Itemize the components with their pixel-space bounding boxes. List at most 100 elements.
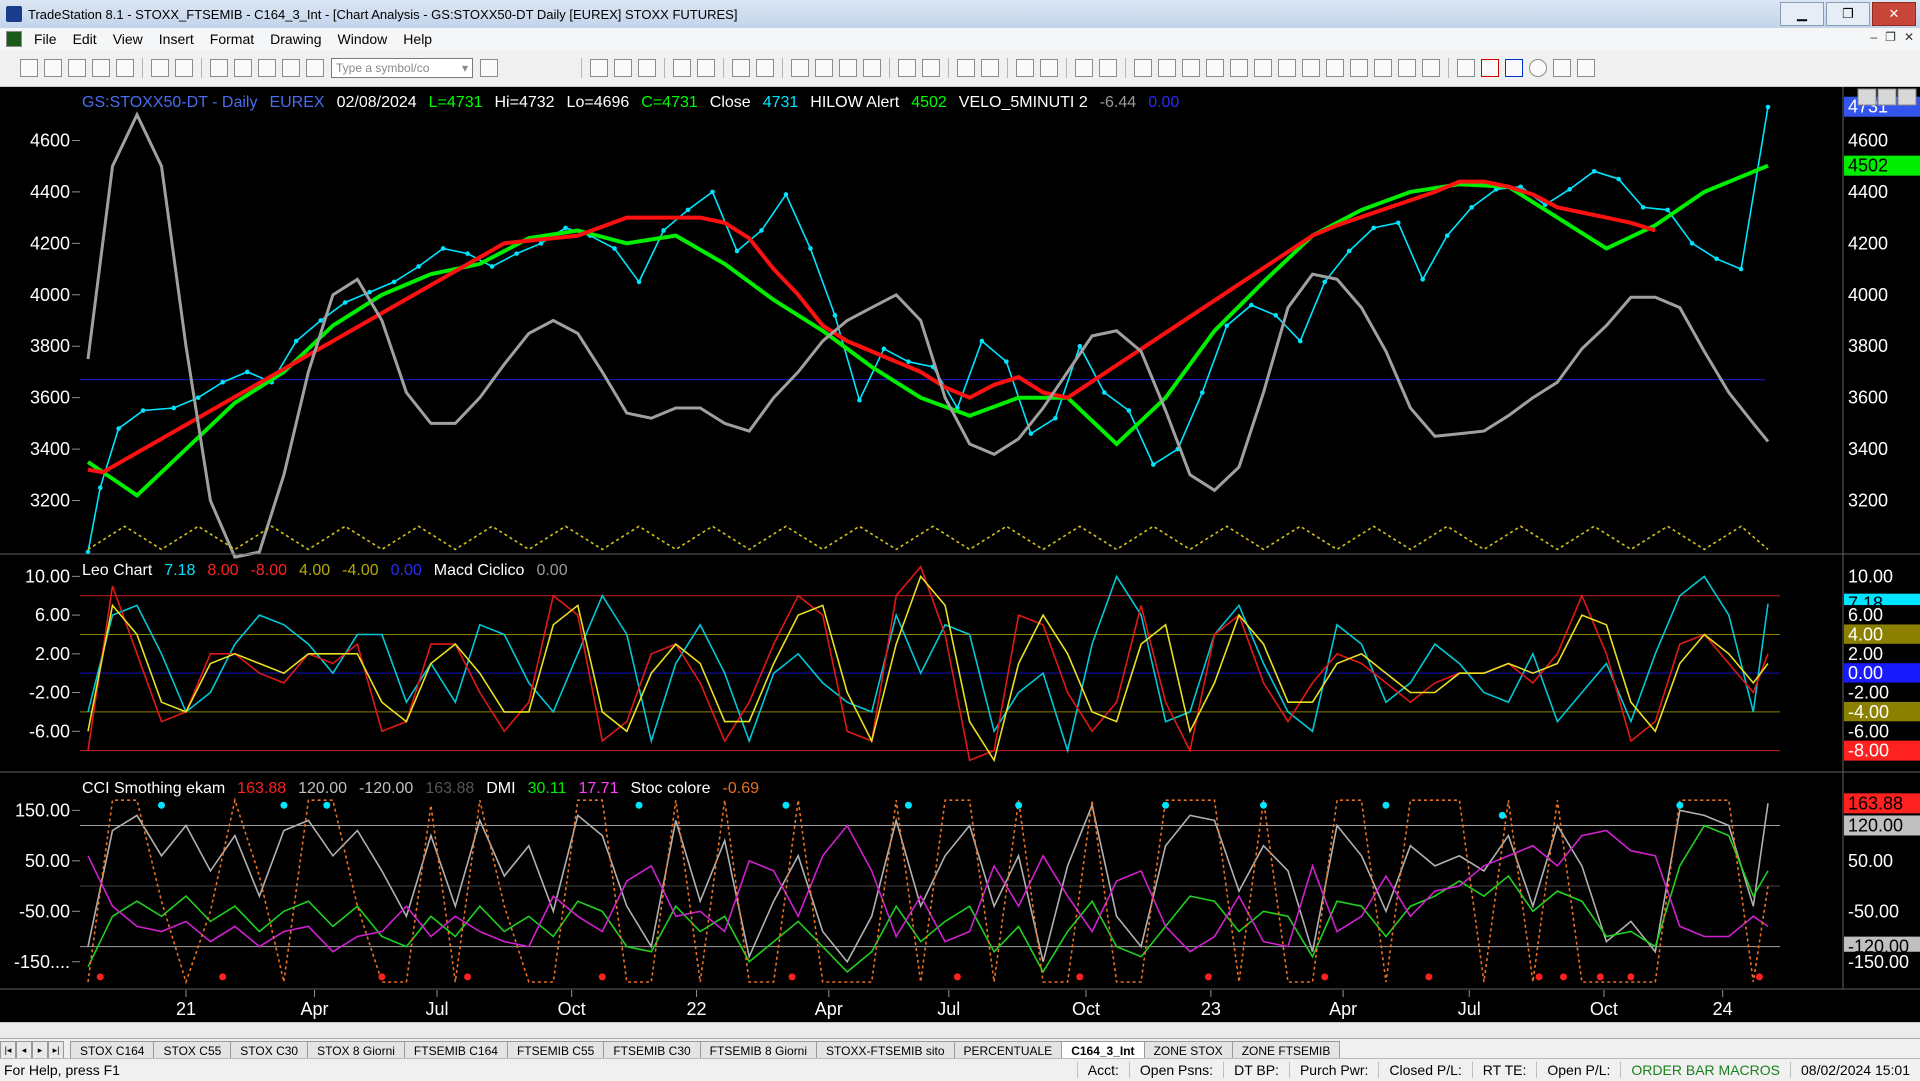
arc-icon[interactable]	[1398, 59, 1416, 77]
trendline-icon[interactable]	[1134, 59, 1152, 77]
strategy-icon[interactable]	[282, 59, 300, 77]
refresh-icon[interactable]	[756, 59, 774, 77]
mdi-close-button[interactable]: ✕	[1904, 30, 1914, 44]
tab-zone-ftsemib[interactable]: ZONE FTSEMIB	[1231, 1041, 1341, 1059]
tab-last-button[interactable]: ▸|	[48, 1041, 64, 1059]
menu-view[interactable]: View	[105, 31, 151, 47]
tab-percentuale[interactable]: PERCENTUALE	[953, 1041, 1063, 1059]
matrix-icon[interactable]	[815, 59, 833, 77]
pointer-icon[interactable]	[1016, 59, 1034, 77]
signal-dot-0	[157, 801, 165, 809]
properties-icon[interactable]	[1099, 59, 1117, 77]
tab-ftsemib-c30[interactable]: FTSEMIB C30	[603, 1041, 701, 1059]
ellipse-icon[interactable]	[1529, 59, 1547, 77]
curve-icon[interactable]	[1457, 59, 1475, 77]
link-icon[interactable]	[697, 59, 715, 77]
bar-chart-icon[interactable]	[590, 59, 608, 77]
symbol-dropdown-icon[interactable]: ▾	[462, 61, 468, 75]
symbol-input[interactable]: Type a symbol/co ▾	[331, 58, 473, 78]
chart-window-button-1[interactable]	[1877, 88, 1897, 106]
table-icon[interactable]	[638, 59, 656, 77]
scanner-icon[interactable]	[863, 59, 881, 77]
status-macros[interactable]: ORDER BAR MACROS	[1620, 1062, 1790, 1078]
list-icon[interactable]	[1182, 59, 1200, 77]
legend-item-1-2: 8.00	[207, 562, 238, 579]
chart-svg[interactable]: GS:STOXX50-DT - Daily EUREX 02/08/2024 L=47…	[0, 87, 1920, 1022]
signal-dot-19	[1076, 973, 1084, 981]
tools-icon[interactable]	[1075, 59, 1093, 77]
folder-icon[interactable]	[68, 59, 86, 77]
tab-ftsemib-c164[interactable]: FTSEMIB C164	[403, 1041, 508, 1059]
leo-panel-lines	[80, 565, 1780, 763]
fibonacci-icon[interactable]	[1206, 59, 1224, 77]
text-icon[interactable]	[1577, 59, 1595, 77]
copy-icon[interactable]	[732, 59, 750, 77]
tab-stox-c164[interactable]: STOX C164	[70, 1041, 155, 1059]
tab-stox-8-giorni[interactable]: STOX 8 Giorni	[307, 1041, 405, 1059]
pitchfork-icon[interactable]	[1374, 59, 1392, 77]
grid-icon[interactable]	[614, 59, 632, 77]
price-badge-label-1-7: -4.00	[1848, 702, 1889, 722]
fan-icon[interactable]	[1254, 59, 1272, 77]
angle-icon[interactable]	[1302, 59, 1320, 77]
vbars-icon[interactable]	[1278, 59, 1296, 77]
expand-icon[interactable]	[898, 59, 916, 77]
flag-icon[interactable]	[1040, 59, 1058, 77]
rectangle-icon[interactable]	[1553, 59, 1571, 77]
print-icon[interactable]	[175, 59, 193, 77]
new-icon[interactable]	[20, 59, 38, 77]
maximize-button[interactable]: ❐	[1826, 2, 1870, 26]
pen-icon[interactable]	[1422, 59, 1440, 77]
tab-next-button[interactable]: ▸	[32, 1041, 48, 1059]
close-point	[244, 369, 250, 375]
menu-file[interactable]: File	[26, 31, 65, 47]
print-preview-icon[interactable]	[151, 59, 169, 77]
tab-zone-stox[interactable]: ZONE STOX	[1143, 1041, 1233, 1059]
open-icon[interactable]	[44, 59, 62, 77]
zoom-out-icon[interactable]	[981, 59, 999, 77]
menu-edit[interactable]: Edit	[65, 31, 105, 47]
close-point	[808, 246, 813, 251]
indicator-icon[interactable]	[306, 59, 324, 77]
menu-drawing[interactable]: Drawing	[262, 31, 329, 47]
tab-stoxx-ftsemib-sito[interactable]: STOXX-FTSEMIB sito	[816, 1041, 955, 1059]
arrows-icon[interactable]	[1350, 59, 1368, 77]
tab-first-button[interactable]: |◂	[0, 1041, 16, 1059]
document-icon[interactable]	[6, 31, 22, 47]
channel-icon[interactable]	[1326, 59, 1344, 77]
hbars-icon[interactable]	[1158, 59, 1176, 77]
zoom-in-icon[interactable]	[957, 59, 975, 77]
close-point	[1640, 205, 1646, 210]
arrow-down-icon[interactable]	[1481, 59, 1499, 77]
search-icon[interactable]	[480, 59, 498, 77]
close-button[interactable]: ✕	[1872, 2, 1916, 26]
mdi-minimize-button[interactable]: –	[1870, 30, 1877, 44]
tab-c164-3-int[interactable]: C164_3_Int	[1061, 1041, 1145, 1059]
tab-stox-c30[interactable]: STOX C30	[230, 1041, 309, 1059]
minimize-button[interactable]: ▁	[1780, 2, 1824, 26]
chart-window-button-0[interactable]	[1857, 88, 1877, 106]
tab-ftsemib-c55[interactable]: FTSEMIB C55	[506, 1041, 605, 1059]
menu-window[interactable]: Window	[330, 31, 396, 47]
tab-ftsemib-8-giorni[interactable]: FTSEMIB 8 Giorni	[699, 1041, 818, 1059]
menu-format[interactable]: Format	[202, 31, 262, 47]
tab-prev-button[interactable]: ◂	[16, 1041, 32, 1059]
chart-analysis-icon[interactable]	[839, 59, 857, 77]
horizontal-scrollbar[interactable]	[0, 1022, 1920, 1039]
alert-icon[interactable]	[258, 59, 276, 77]
speedline-icon[interactable]	[1230, 59, 1248, 77]
window-icon[interactable]	[210, 59, 228, 77]
format-icon[interactable]	[234, 59, 252, 77]
compress-icon[interactable]	[922, 59, 940, 77]
workspace-icon[interactable]	[116, 59, 134, 77]
mdi-restore-button[interactable]: ❐	[1885, 30, 1896, 44]
chart-window-button-2[interactable]	[1897, 88, 1917, 106]
tab-stox-c55[interactable]: STOX C55	[153, 1041, 232, 1059]
radar-icon[interactable]	[791, 59, 809, 77]
arrow-up-icon[interactable]	[1505, 59, 1523, 77]
menu-help[interactable]: Help	[395, 31, 440, 47]
save-icon[interactable]	[92, 59, 110, 77]
menu-insert[interactable]: Insert	[151, 31, 202, 47]
chart-analysis-window[interactable]: GS:STOXX50-DT - Daily EUREX 02/08/2024 L=47…	[0, 87, 1920, 1022]
data-window-icon[interactable]	[673, 59, 691, 77]
